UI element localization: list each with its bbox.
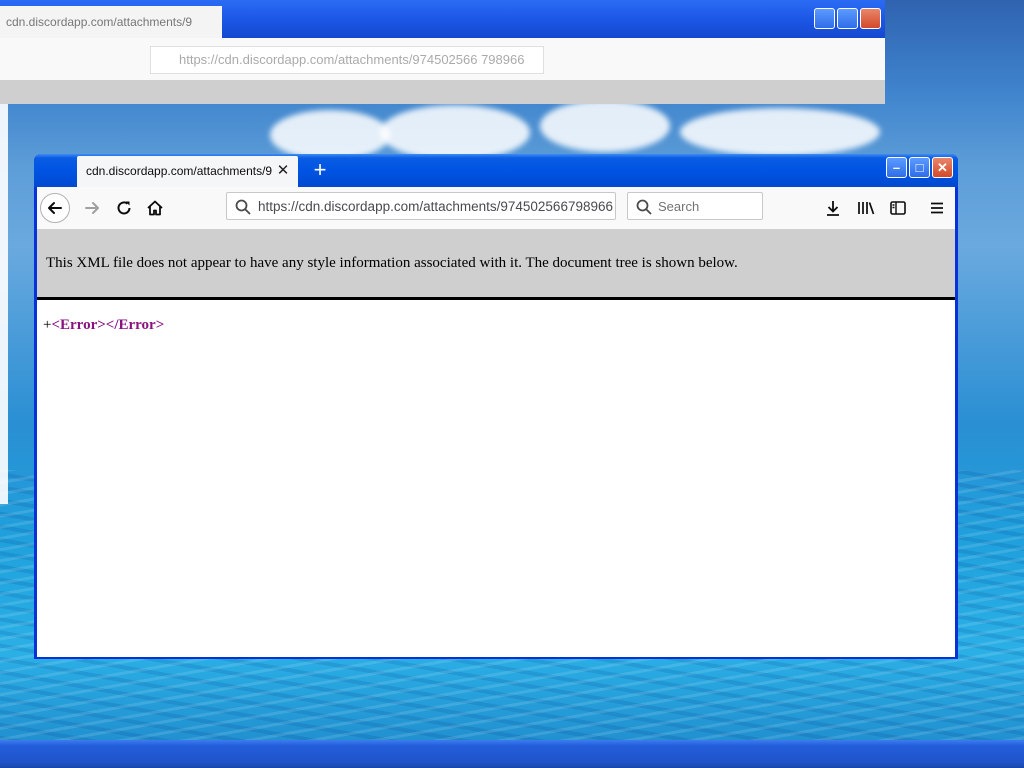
new-tab-button[interactable]: +: [308, 159, 332, 183]
minimize-icon: –: [892, 160, 901, 175]
search-icon: [636, 199, 652, 215]
close-icon: ✕: [937, 160, 948, 175]
library-button[interactable]: [855, 197, 877, 219]
maximize-icon: □: [915, 160, 924, 175]
background-close-button[interactable]: [860, 8, 881, 29]
navigation-toolbar: https://cdn.discordapp.com/attachments/9…: [37, 187, 955, 229]
search-placeholder: Search: [658, 199, 700, 214]
title-bar: cdn.discordapp.com/attachments/974502566…: [34, 154, 958, 187]
background-tab-title: cdn.discordapp.com/attachments/9: [6, 15, 193, 29]
tab-close-icon[interactable]: ✕: [274, 162, 292, 180]
background-maximize-button[interactable]: [837, 8, 858, 29]
tab-title: cdn.discordapp.com/attachments/974502566…: [86, 164, 272, 178]
library-icon: [858, 202, 875, 215]
reload-button[interactable]: [109, 193, 139, 223]
url-bar[interactable]: https://cdn.discordapp.com/attachments/9…: [226, 192, 616, 220]
downloads-button[interactable]: [822, 197, 844, 219]
menu-button[interactable]: [926, 197, 948, 219]
tab-active[interactable]: cdn.discordapp.com/attachments/974502566…: [77, 156, 298, 187]
xml-notice-banner: This XML file does not appear to have an…: [37, 229, 955, 300]
background-minimize-button[interactable]: [814, 8, 835, 29]
back-button[interactable]: [40, 193, 70, 223]
cloud: [380, 105, 530, 160]
sidebar-button[interactable]: [887, 197, 909, 219]
maximize-button[interactable]: □: [909, 157, 930, 178]
search-icon: [235, 199, 251, 215]
home-button[interactable]: [140, 193, 170, 223]
url-text: https://cdn.discordapp.com/attachments/9…: [258, 199, 613, 214]
cloud: [270, 110, 390, 160]
background-toolbar: https://cdn.discordapp.com/attachments/9…: [0, 38, 885, 80]
background-browser-window[interactable]: cdn.discordapp.com/attachments/9 https:/…: [0, 0, 885, 104]
background-url-text: https://cdn.discordapp.com/attachments/9…: [179, 52, 525, 67]
forward-button[interactable]: [77, 193, 107, 223]
xml-notice-text: This XML file does not appear to have an…: [46, 255, 738, 271]
background-tab[interactable]: cdn.discordapp.com/attachments/9: [0, 6, 222, 38]
page-content: This XML file does not appear to have an…: [37, 229, 955, 657]
background-content-header: [0, 80, 885, 104]
taskbar[interactable]: [0, 740, 1024, 768]
cloud: [540, 100, 670, 152]
background-window-edge: [0, 104, 8, 504]
xml-close-tag: </Error>: [105, 317, 165, 333]
browser-window[interactable]: cdn.discordapp.com/attachments/974502566…: [34, 154, 958, 659]
hamburger-menu-icon: [931, 202, 943, 214]
xml-tree: +<Error></Error>: [43, 317, 164, 334]
forward-arrow-icon: [85, 202, 99, 214]
search-input[interactable]: Search: [627, 192, 763, 220]
reload-icon: [117, 201, 131, 215]
home-icon: [147, 200, 163, 216]
background-url-bar[interactable]: https://cdn.discordapp.com/attachments/9…: [150, 46, 544, 74]
sidebar-icon: [890, 201, 906, 215]
download-icon: [827, 201, 839, 216]
close-button[interactable]: ✕: [932, 157, 953, 178]
cloud: [680, 108, 880, 156]
back-arrow-icon: [48, 202, 62, 214]
minimize-button[interactable]: –: [886, 157, 907, 178]
xml-open-tag: <Error>: [51, 317, 106, 333]
